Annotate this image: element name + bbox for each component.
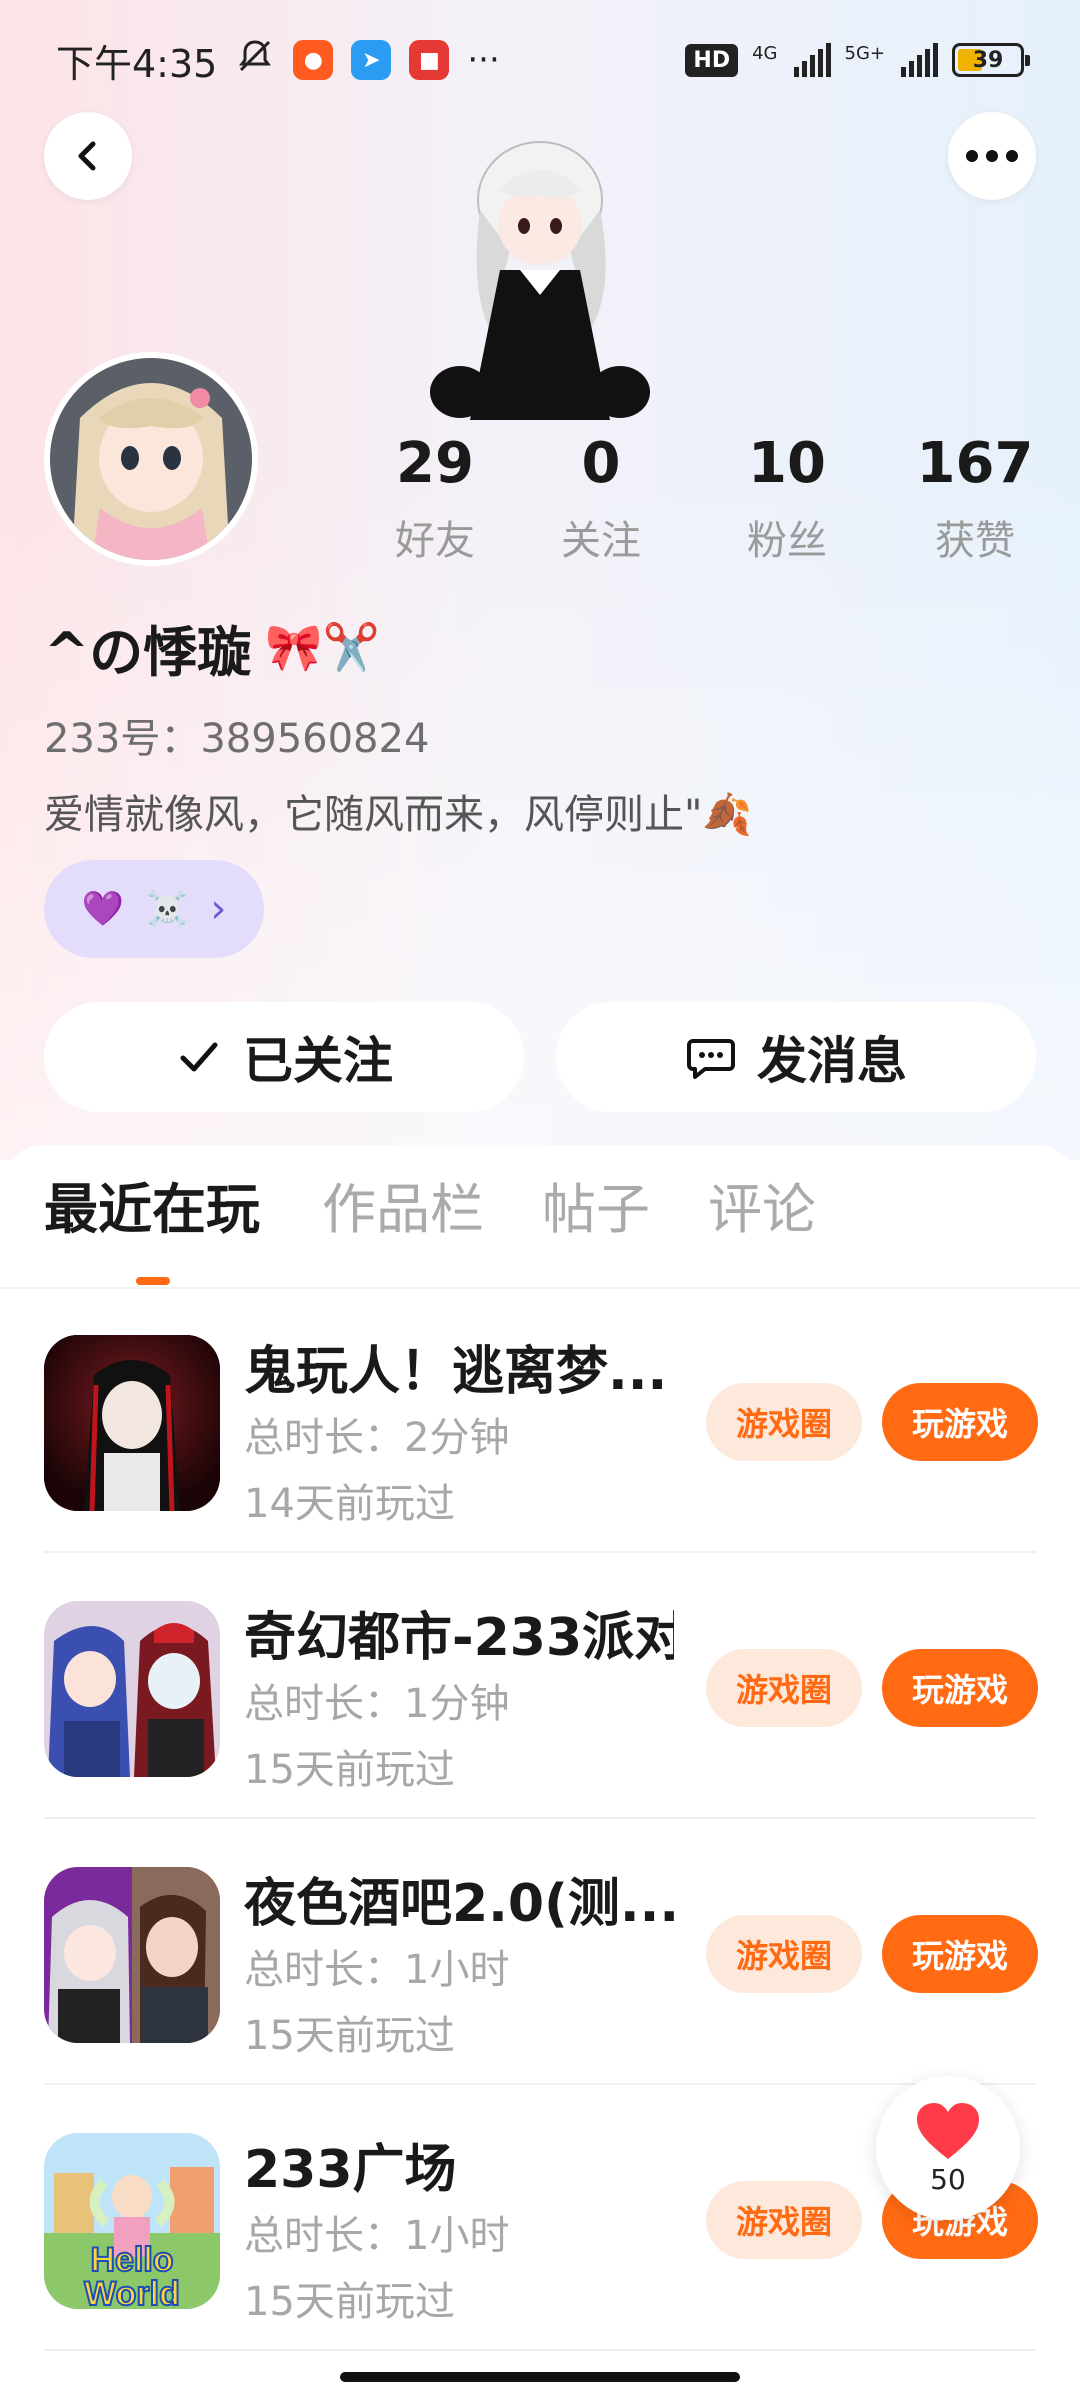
game-duration: 总时长：1小时 <box>244 2213 510 2259</box>
app-notification-icon: ● <box>293 40 334 80</box>
chevron-left-icon <box>78 141 96 171</box>
game-circle-button[interactable]: 游戏圈 <box>706 1915 862 1993</box>
game-duration: 总时长：1分钟 <box>244 1681 510 1727</box>
stat-fans[interactable]: 10 粉丝 <box>702 428 872 566</box>
send-message-button[interactable]: 发消息 <box>556 1002 1036 1112</box>
play-game-button[interactable]: 玩游戏 <box>882 1915 1038 1993</box>
game-name: 鬼玩人！逃离梦... <box>244 1342 668 1402</box>
more-dots-icon <box>966 150 1018 162</box>
status-time: 下午4:35 <box>56 41 218 86</box>
battery-icon: 39 <box>952 43 1030 77</box>
hd-badge: HD <box>685 43 739 77</box>
status-bar: 下午4:35 ● ➤ ■ ··· HD 4G 5G+ 39 <box>0 0 1080 120</box>
mute-icon <box>235 36 275 85</box>
tab-recently-played[interactable]: 最近在玩 <box>44 1165 260 1244</box>
game-circle-button[interactable]: 游戏圈 <box>706 1649 862 1727</box>
game-icon-text: Hello World <box>83 2241 181 2309</box>
heart-icon <box>917 2102 979 2159</box>
game-row[interactable]: 奇幻都市-233派对 总时长：1分钟 15天前玩过 游戏圈 玩游戏 <box>0 1553 1080 1819</box>
play-game-button[interactable]: 玩游戏 <box>882 1649 1038 1727</box>
game-name: 夜色酒吧2.0(测... <box>244 1874 674 1934</box>
more-notifications-icon: ··· <box>467 40 500 80</box>
account-id: 233号：389560824 <box>44 716 430 762</box>
skull-icon: ☠️ <box>146 889 189 929</box>
send-notification-icon: ➤ <box>351 40 392 80</box>
avatar-character-illustration <box>420 130 660 420</box>
like-floating-button[interactable]: 50 <box>876 2076 1020 2220</box>
tab-works[interactable]: 作品栏 <box>322 1165 484 1244</box>
active-tab-indicator <box>136 1277 170 1285</box>
signal-icon-2 <box>901 43 938 77</box>
personal-tags-button[interactable]: 💜 ☠️ › <box>44 860 264 958</box>
news-notification-icon: ■ <box>409 40 450 80</box>
tab-comments[interactable]: 评论 <box>708 1165 816 1244</box>
ghost-game-icon[interactable] <box>44 1335 220 1511</box>
stat-following[interactable]: 0 关注 <box>516 428 686 566</box>
signal-icon <box>793 43 831 77</box>
tab-posts[interactable]: 帖子 <box>542 1165 650 1244</box>
chevron-right-icon: › <box>210 886 227 932</box>
game-name: 233广场 <box>244 2140 457 2200</box>
like-count: 50 <box>930 2162 966 2196</box>
back-button[interactable] <box>44 112 132 200</box>
game-last-played: 15天前玩过 <box>244 1747 455 1793</box>
user-avatar[interactable] <box>44 352 258 566</box>
bio-text: 爱情就像风，它随风而来，风停则止"🍂 <box>44 792 753 838</box>
game-last-played: 15天前玩过 <box>244 2279 455 2325</box>
stat-likes[interactable]: 167 获赞 <box>890 428 1060 566</box>
followed-button[interactable]: 已关注 <box>44 1002 524 1112</box>
game-last-played: 14天前玩过 <box>244 1481 455 1527</box>
username: ^の悸璇 🎀✂️ <box>44 620 380 684</box>
game-row[interactable]: 夜色酒吧2.0(测... 总时长：1小时 15天前玩过 游戏圈 玩游戏 <box>0 1819 1080 2085</box>
more-options-button[interactable] <box>948 112 1036 200</box>
game-circle-button[interactable]: 游戏圈 <box>706 2181 862 2259</box>
stat-friends[interactable]: 29 好友 <box>350 428 520 566</box>
game-last-played: 15天前玩过 <box>244 2013 455 2059</box>
home-indicator[interactable] <box>340 2372 740 2382</box>
game-duration: 总时长：1小时 <box>244 1947 510 1993</box>
game-circle-button[interactable]: 游戏圈 <box>706 1383 862 1461</box>
username-emojis: 🎀✂️ <box>265 620 380 674</box>
night-bar-icon[interactable] <box>44 1867 220 2043</box>
network-4g: 4G <box>752 43 778 64</box>
network-5g: 5G+ <box>844 43 885 64</box>
game-duration: 总时长：2分钟 <box>244 1415 510 1461</box>
game-name: 奇幻都市-233派对 <box>244 1608 674 1668</box>
profile-tabs: 最近在玩 作品栏 帖子 评论 <box>0 1165 1080 1289</box>
check-icon <box>180 1042 218 1072</box>
fantasy-city-icon[interactable] <box>44 1601 220 1777</box>
game-row[interactable]: 鬼玩人！逃离梦... 总时长：2分钟 14天前玩过 游戏圈 玩游戏 <box>0 1287 1080 1553</box>
play-game-button[interactable]: 玩游戏 <box>882 1383 1038 1461</box>
chat-bubble-icon <box>687 1039 735 1079</box>
square-233-icon[interactable]: Hello World <box>44 2133 220 2309</box>
purple-heart-icon: 💜 <box>81 889 124 929</box>
